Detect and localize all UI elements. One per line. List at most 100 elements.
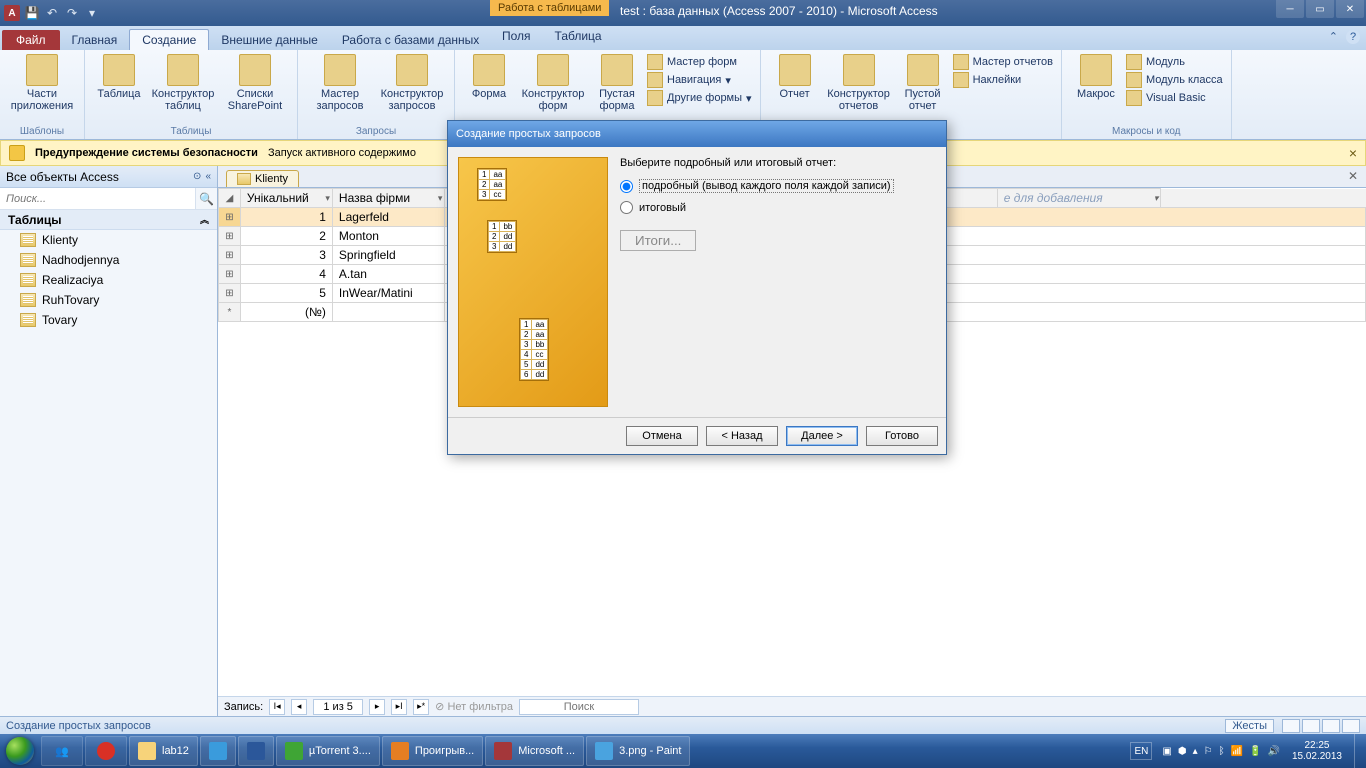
first-record-button[interactable]: I◂: [269, 699, 285, 715]
task-word[interactable]: [238, 736, 274, 766]
undo-icon[interactable]: ↶: [44, 5, 60, 21]
last-record-button[interactable]: ▸I: [391, 699, 407, 715]
radio-detail-input[interactable]: [620, 180, 633, 193]
tab-file[interactable]: Файл: [2, 30, 60, 50]
battery-icon[interactable]: 🔋: [1249, 746, 1261, 757]
document-close-icon[interactable]: ✕: [1348, 169, 1358, 183]
select-all-cell[interactable]: ◢: [219, 189, 241, 208]
next-record-button[interactable]: ▸: [369, 699, 385, 715]
minimize-button[interactable]: ─: [1276, 0, 1304, 18]
report-design-button[interactable]: Конструкторотчетов: [823, 52, 895, 114]
nav-item-ruhtovary[interactable]: RuhTovary: [0, 290, 217, 310]
nav-header[interactable]: Все объекты Access ⊙«: [0, 166, 217, 188]
form-design-button[interactable]: Конструкторформ: [517, 52, 589, 114]
application-parts-button[interactable]: Частиприложения: [6, 52, 78, 114]
radio-detail[interactable]: подробный (вывод каждого поля каждой зап…: [620, 179, 936, 193]
class-module-button[interactable]: Модуль класса: [1126, 72, 1223, 88]
tray-icon[interactable]: ⬢: [1178, 746, 1187, 757]
nav-search-input[interactable]: [0, 188, 195, 209]
visual-basic-button[interactable]: Visual Basic: [1126, 90, 1223, 106]
task-utorrent[interactable]: µTorrent 3....: [276, 736, 380, 766]
nav-category-tables[interactable]: Таблицы︽: [0, 210, 217, 230]
show-desktop-button[interactable]: [1354, 734, 1362, 768]
cancel-button[interactable]: Отмена: [626, 426, 698, 446]
ribbon-minimize-icon[interactable]: ⌃: [1329, 30, 1338, 44]
bluetooth-icon[interactable]: ᛒ: [1219, 746, 1225, 757]
datasheet-view-button[interactable]: [1282, 719, 1300, 733]
document-tab-klienty[interactable]: Klienty: [226, 170, 299, 187]
language-indicator[interactable]: EN: [1130, 742, 1152, 760]
back-button[interactable]: < Назад: [706, 426, 778, 446]
form-wizard-button[interactable]: Мастер форм: [647, 54, 752, 70]
tray-icon[interactable]: ⚐: [1204, 746, 1213, 757]
table-button[interactable]: Таблица: [91, 52, 147, 102]
sharepoint-lists-button[interactable]: СпискиSharePoint: [219, 52, 291, 114]
security-warning-close-icon[interactable]: ×: [1349, 145, 1357, 161]
tray-icon[interactable]: ▣: [1162, 746, 1171, 757]
tab-database-tools[interactable]: Работа с базами данных: [330, 30, 491, 50]
datasheet-search-input[interactable]: [519, 699, 639, 715]
module-button[interactable]: Модуль: [1126, 54, 1223, 70]
new-record-button[interactable]: ▸*: [413, 699, 429, 715]
query-wizard-button[interactable]: Мастерзапросов: [304, 52, 376, 114]
close-button[interactable]: ✕: [1336, 0, 1364, 18]
group-tables: Таблица Конструктортаблиц СпискиSharePoi…: [85, 50, 298, 139]
more-forms-button[interactable]: Другие формы ▾: [647, 90, 752, 106]
qat-dropdown-icon[interactable]: ▾: [84, 5, 100, 21]
volume-icon[interactable]: 🔊: [1267, 746, 1279, 757]
maximize-button[interactable]: ▭: [1306, 0, 1334, 18]
redo-icon[interactable]: ↷: [64, 5, 80, 21]
view-button-4[interactable]: [1342, 719, 1360, 733]
blank-form-button[interactable]: Пустаяформа: [589, 52, 645, 114]
design-view-button[interactable]: [1302, 719, 1320, 733]
nav-dropdown-icon[interactable]: ⊙: [193, 171, 201, 182]
macro-button[interactable]: Макрос: [1068, 52, 1124, 102]
save-icon[interactable]: 💾: [24, 5, 40, 21]
clock[interactable]: 22:2515.02.2013: [1286, 740, 1348, 762]
task-player[interactable]: Проигрыв...: [382, 736, 483, 766]
radio-summary[interactable]: итоговый: [620, 201, 936, 214]
tray-show-hidden-icon[interactable]: ▴: [1193, 746, 1198, 757]
tab-fields[interactable]: Поля: [490, 26, 543, 46]
start-button[interactable]: [0, 734, 40, 768]
record-position-input[interactable]: [313, 699, 363, 715]
report-button[interactable]: Отчет: [767, 52, 823, 102]
nav-collapse-icon[interactable]: «: [205, 171, 211, 182]
search-icon[interactable]: 🔍: [195, 188, 217, 209]
help-icon[interactable]: ?: [1346, 30, 1360, 44]
tab-table[interactable]: Таблица: [543, 26, 614, 46]
labels-button[interactable]: Наклейки: [953, 72, 1053, 88]
nav-item-nadhodjennya[interactable]: Nadhodjennya: [0, 250, 217, 270]
pinned-opera[interactable]: [85, 736, 127, 766]
access-app-icon[interactable]: A: [4, 5, 20, 21]
form-button[interactable]: Форма: [461, 52, 517, 102]
pinned-messenger[interactable]: 👥: [41, 736, 83, 766]
add-column-header[interactable]: е для добавления▾: [997, 189, 1161, 208]
prev-record-button[interactable]: ◂: [291, 699, 307, 715]
tab-create[interactable]: Создание: [129, 29, 209, 50]
radio-summary-input[interactable]: [620, 201, 633, 214]
table-design-button[interactable]: Конструктортаблиц: [147, 52, 219, 114]
contextual-tab-title: Работа с таблицами: [490, 0, 609, 16]
column-header-name[interactable]: Назва фірми▾: [332, 189, 445, 208]
nav-item-tovary[interactable]: Tovary: [0, 310, 217, 330]
gestures-button[interactable]: Жесты: [1225, 719, 1274, 733]
tab-home[interactable]: Главная: [60, 30, 130, 50]
task-explorer[interactable]: lab12: [129, 736, 198, 766]
query-design-button[interactable]: Конструкторзапросов: [376, 52, 448, 114]
network-icon[interactable]: 📶: [1231, 746, 1243, 757]
dialog-title[interactable]: Создание простых запросов: [448, 121, 946, 147]
task-access[interactable]: Microsoft ...: [485, 736, 584, 766]
next-button[interactable]: Далее >: [786, 426, 858, 446]
view-button-3[interactable]: [1322, 719, 1340, 733]
finish-button[interactable]: Готово: [866, 426, 938, 446]
task-paint[interactable]: 3.png - Paint: [586, 736, 690, 766]
blank-report-button[interactable]: Пустойотчет: [895, 52, 951, 114]
nav-item-klienty[interactable]: Klienty: [0, 230, 217, 250]
report-wizard-button[interactable]: Мастер отчетов: [953, 54, 1053, 70]
nav-item-realizaciya[interactable]: Realizaciya: [0, 270, 217, 290]
navigation-button[interactable]: Навигация ▾: [647, 72, 752, 88]
column-header-id[interactable]: Унікальний▾: [240, 189, 332, 208]
tab-external-data[interactable]: Внешние данные: [209, 30, 330, 50]
task-ie[interactable]: [200, 736, 236, 766]
